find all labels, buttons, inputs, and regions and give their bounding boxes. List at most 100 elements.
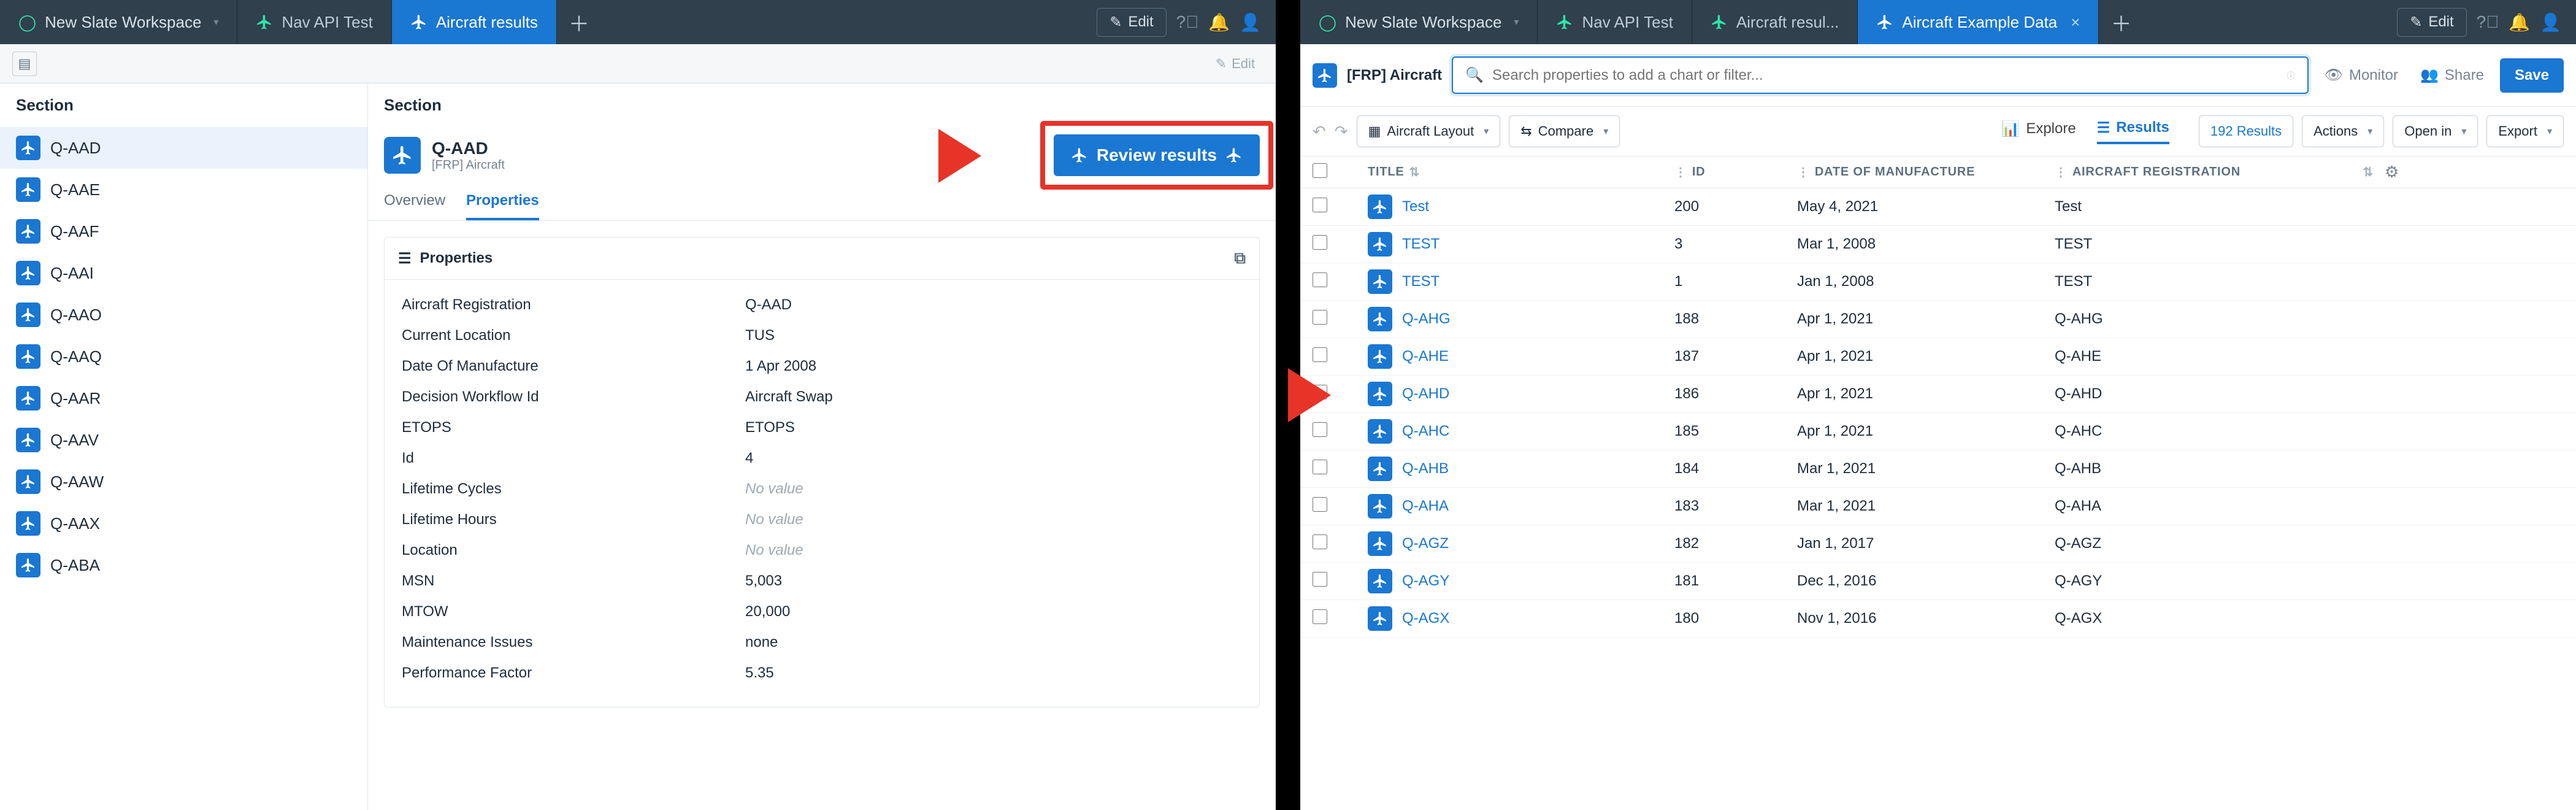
results-tab[interactable]: ☰Results [2097,119,2169,144]
col-dom[interactable]: ⋮DATE OF MANUFACTURE [1797,164,2055,180]
row-checkbox[interactable] [1313,235,1327,250]
gear-icon[interactable]: ⚙ [2374,163,2410,182]
table-row[interactable]: Q-AGX180Nov 1, 2016Q-AGX [1300,600,2576,638]
row-title-link[interactable]: Q-AHD [1402,385,1449,403]
tab-aircraft-results[interactable]: Aircraft resul... [1692,0,1858,44]
row-title-link[interactable]: TEST [1402,273,1439,290]
bell-icon[interactable]: 🔔 [1208,12,1230,33]
table-row[interactable]: TEST1Jan 1, 2008TEST [1300,263,2576,301]
tab-nav-api[interactable]: Nav API Test [237,0,391,44]
close-icon[interactable]: × [2071,13,2080,32]
row-checkbox[interactable] [1313,534,1327,549]
table-row[interactable]: Q-AHB184Mar 1, 2021Q-AHB [1300,450,2576,488]
list-item[interactable]: Q-AAF [0,210,367,252]
row-title-link[interactable]: Q-AGX [1402,610,1449,627]
search-box[interactable]: 🔍 ⓘ [1452,56,2308,94]
bell-icon[interactable]: 🔔 [2509,12,2530,33]
row-checkbox[interactable] [1313,497,1327,512]
compare-button[interactable]: ⇆Compare▾ [1509,115,1620,147]
panel-toggle-icon[interactable]: ▤ [12,52,37,76]
list-item[interactable]: Q-AAO [0,294,367,336]
export-button[interactable]: Export▾ [2486,115,2564,147]
share-button[interactable]: 👥Share [2414,63,2490,88]
popout-icon[interactable]: ⧉ [1234,249,1246,268]
row-title-link[interactable]: Q-AHC [1402,423,1449,440]
row-checkbox[interactable] [1313,572,1327,587]
list-item[interactable]: Q-AAX [0,503,367,544]
row-dom: Nov 1, 2016 [1797,610,2055,627]
property-value: No value [745,511,803,528]
row-checkbox[interactable] [1313,310,1327,325]
list-item[interactable]: Q-AAQ [0,336,367,377]
list-item[interactable]: Q-AAI [0,252,367,294]
table-row[interactable]: Q-AHD186Apr 1, 2021Q-AHD [1300,376,2576,413]
property-key: MSN [402,573,745,590]
row-title-link[interactable]: Q-AHG [1402,310,1451,328]
table-row[interactable]: Q-AGZ182Jan 1, 2017Q-AGZ [1300,525,2576,563]
list-item[interactable]: Q-AAV [0,419,367,461]
explore-tab[interactable]: 📊Explore [2001,120,2076,143]
help-icon[interactable]: ?⃝ [2477,12,2499,32]
select-all-checkbox[interactable] [1313,163,1327,178]
user-icon[interactable]: 👤 [1240,12,1261,33]
list-item[interactable]: Q-AAW [0,461,367,503]
row-title-link[interactable]: TEST [1402,236,1439,253]
layout-select[interactable]: ▦Aircraft Layout▾ [1357,115,1501,147]
table-row[interactable]: Q-AHG188Apr 1, 2021Q-AHG [1300,301,2576,338]
row-title-link[interactable]: Test [1402,198,1429,215]
table-row[interactable]: Q-AHE187Apr 1, 2021Q-AHE [1300,338,2576,376]
tab-add[interactable]: ＋ [557,0,601,44]
search-input[interactable] [1492,67,2278,84]
edit-button[interactable]: ✎Edit [1097,8,1166,37]
list-item[interactable]: Q-AAR [0,377,367,419]
row-title-link[interactable]: Q-AGZ [1402,535,1449,552]
row-checkbox[interactable] [1313,609,1327,624]
table-row[interactable]: Q-AGY181Dec 1, 2016Q-AGY [1300,563,2576,600]
open-in-button[interactable]: Open in▾ [2393,115,2478,147]
list-item[interactable]: Q-AAE [0,169,367,210]
list-item[interactable]: Q-ABA [0,544,367,586]
airplane-icon [1368,382,1392,406]
row-title-link[interactable]: Q-AHA [1402,498,1449,515]
row-checkbox[interactable] [1313,422,1327,437]
actions-button[interactable]: Actions▾ [2302,115,2384,147]
edit-button[interactable]: ✎Edit [2397,8,2466,37]
monitor-button[interactable]: 👁Monitor [2318,63,2405,88]
col-title[interactable]: TITLE⇅ [1368,164,1674,180]
row-id: 3 [1674,236,1797,253]
row-checkbox[interactable] [1313,198,1327,212]
airplane-icon [16,261,40,285]
row-checkbox[interactable] [1313,347,1327,362]
tab-nav-api[interactable]: Nav API Test [1538,0,1692,44]
tab-workspace[interactable]: ◯New Slate Workspace▾ [0,0,237,44]
review-results-button[interactable]: Review results [1054,134,1260,176]
row-checkbox[interactable] [1313,460,1327,474]
col-reg[interactable]: ⋮AIRCRAFT REGISTRATION⇅ [2055,164,2374,180]
row-title-link[interactable]: Q-AHE [1402,348,1449,365]
tab-properties[interactable]: Properties [466,183,539,220]
user-icon[interactable]: 👤 [2540,12,2561,33]
row-title-link[interactable]: Q-AHB [1402,460,1449,477]
ghost-edit[interactable]: ✎Edit [1207,52,1263,75]
tab-aircraft-example[interactable]: Aircraft Example Data× [1858,0,2099,44]
callout-arrow-right [1288,368,1331,422]
tab-aircraft-results[interactable]: Aircraft results [392,0,557,44]
tab-workspace[interactable]: ◯New Slate Workspace▾ [1300,0,1538,44]
help-icon[interactable]: ?⃝ [1176,12,1199,32]
redo-icon[interactable]: ↷ [1335,122,1348,141]
col-id[interactable]: ⋮ID [1674,164,1797,180]
undo-icon[interactable]: ↶ [1313,122,1326,141]
results-count[interactable]: 192 Results [2199,115,2293,147]
property-row: Maintenance Issuesnone [402,627,1242,658]
save-button[interactable]: Save [2500,58,2564,93]
table-row[interactable]: Q-AHC185Apr 1, 2021Q-AHC [1300,413,2576,450]
table-row[interactable]: TEST3Mar 1, 2008TEST [1300,226,2576,263]
tab-add[interactable]: ＋ [2099,0,2143,44]
search-help-icon[interactable]: ⓘ [2287,69,2294,81]
row-checkbox[interactable] [1313,272,1327,287]
table-row[interactable]: Q-AHA183Mar 1, 2021Q-AHA [1300,488,2576,525]
table-row[interactable]: Test200May 4, 2021Test [1300,188,2576,226]
row-title-link[interactable]: Q-AGY [1402,573,1449,590]
tab-overview[interactable]: Overview [384,183,445,220]
list-item[interactable]: Q-AAD [0,127,367,169]
